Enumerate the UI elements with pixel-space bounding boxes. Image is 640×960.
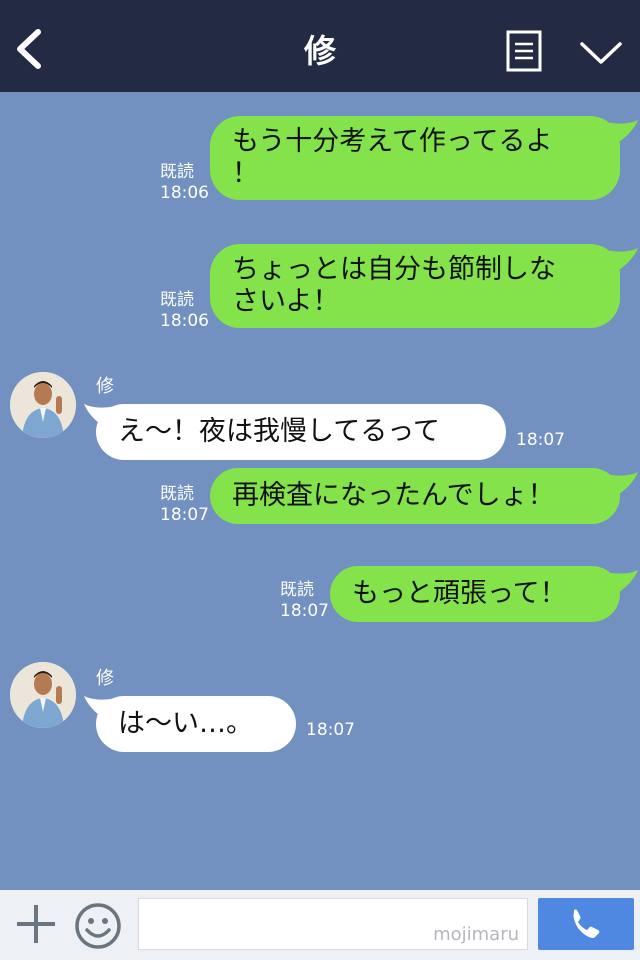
- read-receipt: 既読 18:07: [280, 580, 329, 622]
- sent-message-bubble[interactable]: もう十分考えて作ってるよ ！: [210, 116, 620, 200]
- plus-icon[interactable]: [14, 902, 58, 946]
- message-input-bar: mojimaru: [0, 890, 640, 960]
- message-text-line: もう十分考えて作ってるよ: [232, 126, 553, 157]
- bubble-tail: [606, 248, 638, 272]
- sender-name: 修: [96, 376, 114, 397]
- read-receipt: 既読 18:06: [160, 162, 209, 204]
- received-message-bubble[interactable]: え〜！夜は我慢してるって: [96, 404, 506, 460]
- read-label: 既読: [160, 162, 194, 182]
- person-icon: [10, 662, 76, 728]
- sent-message-bubble[interactable]: もっと頑張って！: [330, 566, 620, 622]
- message-text-line: ！: [232, 158, 259, 189]
- header-bar: 修: [0, 0, 640, 92]
- message-time: 18:07: [280, 601, 329, 621]
- message-time: 18:07: [516, 430, 565, 450]
- sent-message-bubble[interactable]: ちょっとは自分も節制しな さいよ！: [210, 244, 620, 328]
- sender-name: 修: [96, 668, 114, 689]
- bubble-tail: [606, 120, 638, 144]
- avatar[interactable]: [10, 372, 76, 438]
- message-time: 18:07: [160, 505, 209, 525]
- chat-area[interactable]: 既読 18:06 もう十分考えて作ってるよ ！ 既読 18:06 ちょっとは自分…: [0, 92, 640, 890]
- read-receipt: 既読 18:06: [160, 290, 209, 332]
- bubble-tail: [606, 472, 638, 496]
- phone-icon: [573, 909, 600, 938]
- received-message-bubble[interactable]: は〜い…。: [96, 696, 296, 752]
- message-text: は〜い…。: [118, 708, 253, 739]
- message-time: 18:06: [160, 311, 209, 331]
- message-text: え〜！夜は我慢してるって: [118, 416, 440, 447]
- chevron-down-icon[interactable]: [578, 38, 624, 68]
- person-icon: [10, 372, 76, 438]
- message-text-line: ちょっとは自分も節制しな: [232, 254, 556, 285]
- bubble-tail: [606, 570, 638, 594]
- message-text: 再検査になったんでしょ！: [232, 480, 555, 511]
- message-time: 18:06: [160, 183, 209, 203]
- watermark: mojimaru: [433, 924, 519, 945]
- chat-title: 修: [303, 32, 336, 70]
- read-label: 既読: [160, 484, 194, 504]
- read-receipt: 既読 18:07: [160, 484, 209, 526]
- message-time: 18:07: [306, 720, 355, 740]
- read-label: 既読: [160, 290, 194, 310]
- message-text-line: さいよ！: [232, 286, 340, 317]
- message-input[interactable]: mojimaru: [138, 898, 528, 950]
- message-text: もっと頑張って！: [352, 578, 567, 609]
- call-button[interactable]: [538, 898, 634, 950]
- avatar[interactable]: [10, 662, 76, 728]
- read-label: 既読: [280, 580, 314, 600]
- smiley-icon[interactable]: [74, 902, 122, 950]
- document-list-icon[interactable]: [506, 30, 542, 72]
- sent-message-bubble[interactable]: 再検査になったんでしょ！: [210, 468, 620, 524]
